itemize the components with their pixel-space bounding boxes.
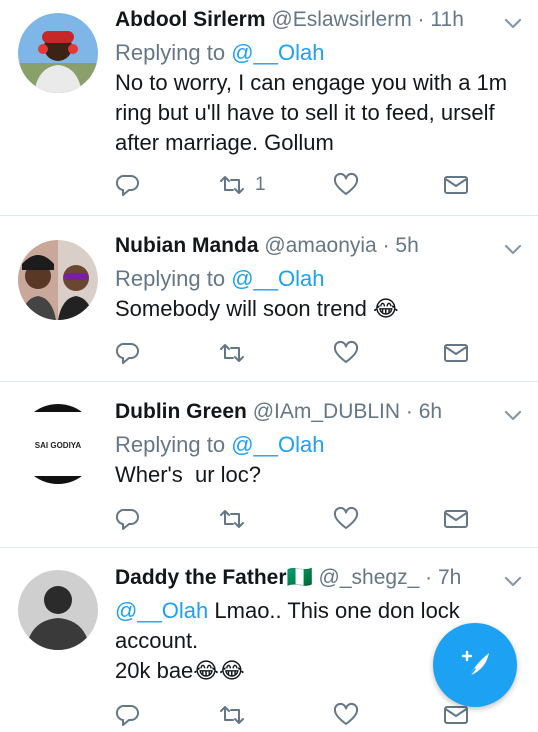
tweet-text-content: Lmao.. This one don lock xyxy=(208,598,460,623)
like-button[interactable] xyxy=(333,338,359,368)
replying-to: Replying to @__Olah xyxy=(115,266,324,292)
mention-link[interactable]: @__Olah xyxy=(115,598,208,623)
separator-dot: · xyxy=(405,400,413,423)
envelope-icon xyxy=(444,510,468,528)
retweet-button[interactable] xyxy=(219,700,245,730)
author-handle[interactable]: @Eslawsirlerm xyxy=(271,8,411,31)
like-button[interactable] xyxy=(333,504,359,534)
reply-icon xyxy=(115,704,139,726)
author-handle[interactable]: @IAm_DUBLIN xyxy=(253,400,400,423)
chevron-down-icon[interactable] xyxy=(502,404,524,426)
tweet-3[interactable]: SAI GODIYA Dublin Green @IAm_DUBLIN · 6h… xyxy=(0,382,538,548)
retweet-icon xyxy=(220,344,244,362)
replying-to-label: Replying to xyxy=(115,40,226,65)
separator-dot: · xyxy=(417,8,425,31)
tweet-text-content: 20k bae xyxy=(115,658,194,683)
direct-message-button[interactable] xyxy=(443,504,469,534)
reply-button[interactable] xyxy=(115,700,141,730)
tweet-text-line: No to worry, I can engage you with a 1m xyxy=(115,70,508,95)
timestamp[interactable]: 6h xyxy=(419,400,442,423)
tweet-text-line: after marriage. Gollum xyxy=(115,130,334,155)
tweet-text-content: Somebody will soon trend xyxy=(115,296,367,321)
heart-icon xyxy=(333,506,359,529)
author-handle[interactable]: @amaonyia xyxy=(264,234,376,257)
tweet-header: Nubian Manda @amaonyia · 5h xyxy=(115,234,498,264)
reply-icon xyxy=(115,342,139,364)
reply-mention-link[interactable]: @__Olah xyxy=(231,40,324,65)
tweet-text: Wher's ur loc? xyxy=(115,460,508,490)
author-name[interactable]: Nubian Manda xyxy=(115,234,259,257)
avatar-logo-text: SAI GODIYA xyxy=(35,441,82,450)
tweet-text-line: Wher's ur loc? xyxy=(115,462,262,487)
avatar[interactable] xyxy=(18,570,98,650)
reply-button[interactable] xyxy=(115,338,141,368)
reply-button[interactable] xyxy=(115,170,141,200)
reply-mention-link[interactable]: @__Olah xyxy=(231,266,324,291)
retweet-icon xyxy=(220,510,244,528)
replying-to-label: Replying to xyxy=(115,432,226,457)
chevron-down-icon[interactable] xyxy=(502,12,524,34)
retweet-icon xyxy=(220,176,244,194)
separator-dot: · xyxy=(425,566,433,589)
like-button[interactable] xyxy=(333,700,359,730)
author-handle[interactable]: @_shegz_ xyxy=(319,566,420,589)
laughing-emoji: 😂 xyxy=(219,658,245,683)
tweet-text: No to worry, I can engage you with a 1m … xyxy=(115,68,508,158)
replying-to: Replying to @__Olah xyxy=(115,40,324,66)
reply-icon xyxy=(115,174,139,196)
tweet-actions: 1 xyxy=(115,170,485,200)
author-name-text: Daddy the Father xyxy=(115,566,287,589)
like-button[interactable] xyxy=(333,170,359,200)
timestamp[interactable]: 7h xyxy=(438,566,461,589)
envelope-icon xyxy=(444,176,468,194)
tweet-header: Abdool Sirlerm @Eslawsirlerm · 11h xyxy=(115,8,498,38)
direct-message-button[interactable] xyxy=(443,338,469,368)
tweet-header: Dublin Green @IAm_DUBLIN · 6h xyxy=(115,400,498,430)
tweet-header: Daddy the Father🇳🇬 @_shegz_ · 7h xyxy=(115,566,498,596)
heart-icon xyxy=(333,172,359,195)
chevron-down-icon[interactable] xyxy=(502,570,524,592)
retweet-button[interactable] xyxy=(219,504,245,534)
laughing-emoji: 😂 xyxy=(193,658,220,683)
author-name[interactable]: Abdool Sirlerm xyxy=(115,8,266,31)
tweet-1[interactable]: Abdool Sirlerm @Eslawsirlerm · 11h Reply… xyxy=(0,0,538,216)
retweet-count: 1 xyxy=(255,174,266,195)
tweet-2[interactable]: Nubian Manda @amaonyia · 5h Replying to … xyxy=(0,216,538,382)
heart-icon xyxy=(333,702,359,725)
timestamp[interactable]: 11h xyxy=(430,8,463,31)
avatar[interactable]: SAI GODIYA xyxy=(18,404,98,484)
envelope-icon xyxy=(444,344,468,362)
nigeria-flag: 🇳🇬 xyxy=(286,566,313,589)
tweet-text: Somebody will soon trend 😂 xyxy=(115,294,508,324)
retweet-button[interactable]: 1 xyxy=(219,170,266,200)
separator-dot: · xyxy=(382,234,390,257)
replying-to-label: Replying to xyxy=(115,266,226,291)
compose-tweet-icon xyxy=(461,650,489,680)
chevron-down-icon[interactable] xyxy=(502,238,524,260)
compose-tweet-button[interactable] xyxy=(433,623,517,707)
replying-to: Replying to @__Olah xyxy=(115,432,324,458)
retweet-icon xyxy=(220,706,244,724)
laughing-emoji: 😂 xyxy=(373,296,399,321)
direct-message-button[interactable] xyxy=(443,170,469,200)
tweet-actions xyxy=(115,504,485,534)
author-name[interactable]: Daddy the Father🇳🇬 xyxy=(115,566,313,589)
retweet-button[interactable] xyxy=(219,338,245,368)
avatar[interactable] xyxy=(18,13,98,93)
timestamp[interactable]: 5h xyxy=(395,234,418,257)
tweet-text-line: ring but u'll have to sell it to feed, u… xyxy=(115,100,495,125)
tweet-actions xyxy=(115,338,485,368)
tweet-text-line: @__Olah Lmao.. This one don lock xyxy=(115,596,508,626)
avatar[interactable] xyxy=(18,240,98,320)
heart-icon xyxy=(333,340,359,363)
author-name[interactable]: Dublin Green xyxy=(115,400,247,423)
tweet-actions xyxy=(115,700,485,730)
reply-icon xyxy=(115,508,139,530)
reply-mention-link[interactable]: @__Olah xyxy=(231,432,324,457)
reply-button[interactable] xyxy=(115,504,141,534)
tweet-text-line: Somebody will soon trend 😂 xyxy=(115,294,508,324)
